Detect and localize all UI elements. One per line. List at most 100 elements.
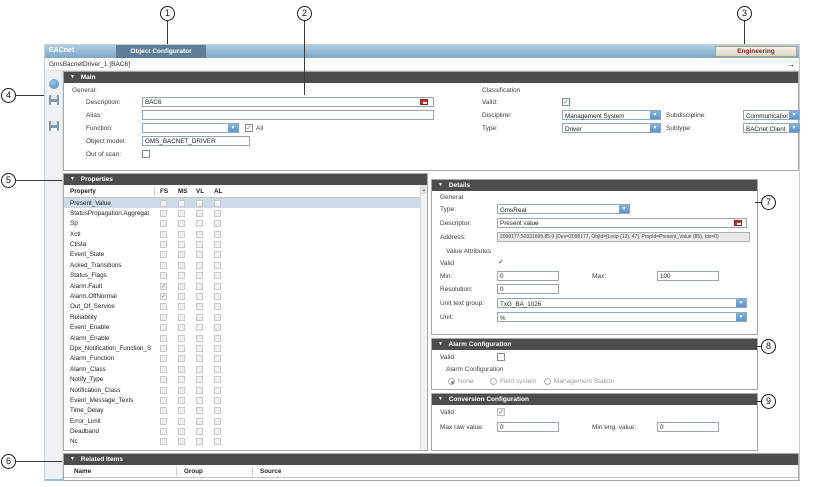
property-checkbox-fs[interactable]: ✓ bbox=[160, 283, 167, 290]
conversion-valid-checkbox[interactable]: ✓ bbox=[497, 408, 505, 416]
property-checkbox-vl[interactable] bbox=[196, 200, 203, 207]
property-checkbox-fs[interactable] bbox=[160, 324, 167, 331]
column-name[interactable]: Name bbox=[74, 468, 91, 475]
discipline-dropdown[interactable]: Management System ▼ bbox=[562, 110, 661, 120]
property-row[interactable]: Alarm_Function bbox=[64, 354, 420, 364]
property-row[interactable]: Present_Value bbox=[64, 198, 420, 208]
property-checkbox-ms[interactable] bbox=[178, 387, 185, 394]
property-checkbox-fs[interactable] bbox=[160, 418, 167, 425]
property-checkbox-ms[interactable] bbox=[178, 438, 185, 445]
all-checkbox[interactable]: ✓ bbox=[245, 124, 253, 132]
min-input[interactable] bbox=[497, 271, 559, 281]
property-row[interactable]: Event_Message_Texts bbox=[64, 395, 420, 405]
property-checkbox-al[interactable] bbox=[214, 345, 221, 352]
property-checkbox-al[interactable] bbox=[214, 314, 221, 321]
property-checkbox-fs[interactable] bbox=[160, 200, 167, 207]
column-ms[interactable]: MS bbox=[178, 188, 187, 195]
property-checkbox-ms[interactable] bbox=[178, 407, 185, 414]
property-checkbox-al[interactable] bbox=[214, 407, 221, 414]
property-checkbox-al[interactable] bbox=[214, 418, 221, 425]
property-checkbox-al[interactable] bbox=[214, 210, 221, 217]
property-checkbox-vl[interactable] bbox=[196, 366, 203, 373]
radio-none[interactable] bbox=[448, 378, 455, 385]
property-row[interactable]: Notification_Class bbox=[64, 385, 420, 395]
property-checkbox-ms[interactable] bbox=[178, 324, 185, 331]
related-items-header[interactable]: ▼ Related Items bbox=[64, 454, 798, 465]
max-input[interactable] bbox=[657, 271, 719, 281]
alarm-valid-checkbox[interactable] bbox=[497, 353, 505, 361]
property-checkbox-al[interactable] bbox=[214, 283, 221, 290]
property-checkbox-ms[interactable] bbox=[178, 355, 185, 362]
property-checkbox-fs[interactable] bbox=[160, 407, 167, 414]
property-checkbox-al[interactable] bbox=[214, 303, 221, 310]
property-checkbox-fs[interactable]: ✓ bbox=[160, 293, 167, 300]
property-row[interactable]: Alarm.Fault✓ bbox=[64, 281, 420, 291]
property-checkbox-fs[interactable] bbox=[160, 387, 167, 394]
max-raw-value-input[interactable] bbox=[497, 422, 559, 432]
save-icon[interactable] bbox=[49, 95, 59, 105]
property-checkbox-vl[interactable] bbox=[196, 293, 203, 300]
unit-dropdown[interactable]: % ▼ bbox=[497, 312, 747, 322]
property-checkbox-al[interactable] bbox=[214, 335, 221, 342]
tab-object-configurator[interactable]: Object Configurator bbox=[116, 45, 206, 58]
main-section-header[interactable]: ▼ Main bbox=[64, 72, 798, 83]
subtype-dropdown[interactable]: BACnet Client ▼ bbox=[743, 123, 800, 133]
property-checkbox-vl[interactable] bbox=[196, 428, 203, 435]
property-checkbox-fs[interactable] bbox=[160, 397, 167, 404]
property-checkbox-fs[interactable] bbox=[160, 251, 167, 258]
property-checkbox-vl[interactable] bbox=[196, 345, 203, 352]
property-checkbox-vl[interactable] bbox=[196, 241, 203, 248]
translation-flag-icon[interactable] bbox=[420, 99, 428, 105]
property-checkbox-vl[interactable] bbox=[196, 251, 203, 258]
property-checkbox-al[interactable] bbox=[214, 231, 221, 238]
property-checkbox-vl[interactable] bbox=[196, 397, 203, 404]
property-checkbox-fs[interactable] bbox=[160, 345, 167, 352]
property-checkbox-ms[interactable] bbox=[178, 262, 185, 269]
property-row[interactable]: Out_Of_Service bbox=[64, 302, 420, 312]
out-of-scan-checkbox[interactable] bbox=[142, 150, 150, 158]
property-checkbox-fs[interactable] bbox=[160, 366, 167, 373]
property-checkbox-al[interactable] bbox=[214, 220, 221, 227]
column-property[interactable]: Property bbox=[70, 188, 96, 195]
properties-scrollbar[interactable]: ▲ bbox=[420, 185, 427, 450]
unit-text-group-dropdown[interactable]: TxG_BA_1026 ▼ bbox=[497, 298, 747, 308]
property-checkbox-al[interactable] bbox=[214, 428, 221, 435]
radio-management-station[interactable] bbox=[544, 378, 551, 385]
property-checkbox-fs[interactable] bbox=[160, 272, 167, 279]
property-checkbox-vl[interactable] bbox=[196, 303, 203, 310]
function-dropdown[interactable]: ▼ bbox=[142, 123, 239, 133]
property-row[interactable]: Time_Delay bbox=[64, 406, 420, 416]
properties-section-header[interactable]: ▼ Properties bbox=[64, 174, 427, 185]
property-checkbox-fs[interactable] bbox=[160, 241, 167, 248]
column-source[interactable]: Source bbox=[260, 468, 281, 475]
property-checkbox-vl[interactable] bbox=[196, 283, 203, 290]
property-row[interactable]: Alarm_Class bbox=[64, 364, 420, 374]
property-row[interactable]: Status_Flags bbox=[64, 271, 420, 281]
property-row[interactable]: Nc bbox=[64, 437, 420, 447]
property-checkbox-ms[interactable] bbox=[178, 272, 185, 279]
property-row[interactable]: Xctl bbox=[64, 229, 420, 239]
property-checkbox-al[interactable] bbox=[214, 324, 221, 331]
property-checkbox-ms[interactable] bbox=[178, 397, 185, 404]
column-group[interactable]: Group bbox=[184, 468, 203, 475]
property-checkbox-fs[interactable] bbox=[160, 428, 167, 435]
property-row[interactable]: Event_Enable bbox=[64, 323, 420, 333]
property-checkbox-vl[interactable] bbox=[196, 387, 203, 394]
scroll-up-icon[interactable]: ▲ bbox=[421, 185, 427, 194]
property-checkbox-ms[interactable] bbox=[178, 241, 185, 248]
property-checkbox-vl[interactable] bbox=[196, 324, 203, 331]
details-section-header[interactable]: ▼ Details bbox=[432, 180, 757, 191]
property-row[interactable]: Alarm_Enable bbox=[64, 333, 420, 343]
column-fs[interactable]: FS bbox=[160, 188, 168, 195]
property-checkbox-ms[interactable] bbox=[178, 210, 185, 217]
alias-input[interactable] bbox=[142, 110, 434, 120]
property-checkbox-ms[interactable] bbox=[178, 366, 185, 373]
description-input[interactable] bbox=[142, 97, 434, 107]
property-row[interactable]: Error_Limit bbox=[64, 416, 420, 426]
property-checkbox-al[interactable] bbox=[214, 376, 221, 383]
property-checkbox-ms[interactable] bbox=[178, 303, 185, 310]
property-row[interactable]: Sp bbox=[64, 219, 420, 229]
save-all-icon[interactable] bbox=[49, 121, 59, 131]
property-checkbox-fs[interactable] bbox=[160, 376, 167, 383]
property-checkbox-ms[interactable] bbox=[178, 220, 185, 227]
